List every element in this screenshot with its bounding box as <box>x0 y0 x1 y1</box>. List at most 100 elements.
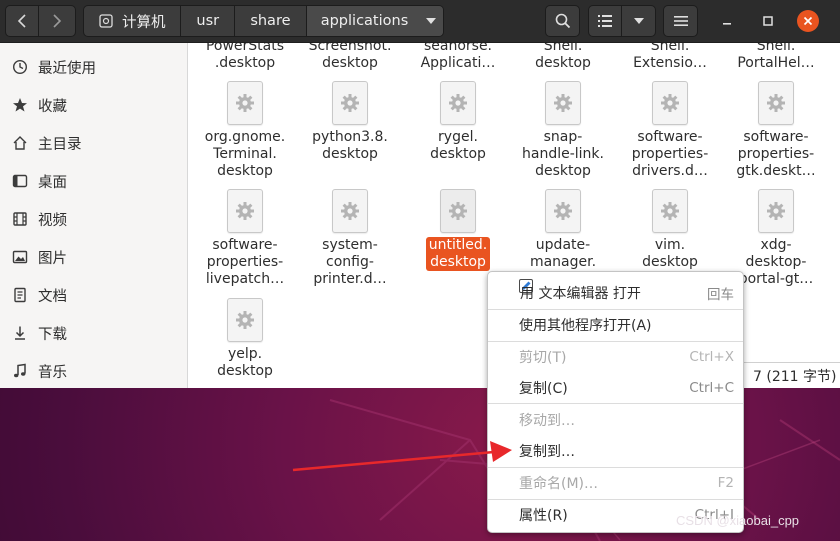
menu-item-accel: F2 <box>717 475 734 491</box>
desktop-file-icon <box>440 81 476 125</box>
menu-open-with-other[interactable]: 使用其他程序打开(A) <box>488 310 743 340</box>
back-button[interactable] <box>5 5 39 37</box>
file-name-line: printer.d… <box>313 271 387 287</box>
sidebar-item-desktop[interactable]: 桌面 <box>0 163 187 199</box>
search-icon <box>555 13 570 29</box>
file-name-label: org.gnome. Terminal. desktop <box>202 129 288 180</box>
file-item[interactable]: snap-handle-link. desktop <box>510 81 616 180</box>
context-menu: 用 文本编辑器 打开 回车 使用其他程序打开(A) 剪切(T) Ctrl+X 复… <box>487 271 744 533</box>
menu-cut[interactable]: 剪切(T) Ctrl+X <box>488 342 743 372</box>
file-name-label: Screenshot. desktop <box>306 43 395 72</box>
gear-icon <box>341 94 359 112</box>
breadcrumb-usr[interactable]: usr <box>181 6 236 36</box>
file-name-line: desktop <box>217 363 273 379</box>
gear-icon <box>449 202 467 220</box>
view-list-button[interactable] <box>588 5 622 37</box>
file-name-line: drivers.d… <box>632 163 708 179</box>
file-name-line: livepatch… <box>205 271 285 287</box>
file-name-line: config- <box>326 254 374 270</box>
sidebar: 最近使用 收藏 主目录 桌面 视频 图片 文档 下载 音乐 <box>0 43 188 388</box>
file-item[interactable]: software-properties-drivers.d… <box>617 81 723 180</box>
file-item[interactable]: yelp. desktop <box>192 298 298 380</box>
file-name-line: Extensio… <box>633 55 707 71</box>
sidebar-item-recent[interactable]: 最近使用 <box>0 49 187 85</box>
breadcrumb-computer[interactable]: 计算机 <box>84 6 182 36</box>
file-item[interactable]: update-manager. <box>510 189 616 271</box>
breadcrumb-label: share <box>250 13 291 29</box>
sidebar-item-documents[interactable]: 文档 <box>0 277 187 313</box>
file-item[interactable]: Screenshot. desktop <box>297 43 403 72</box>
desktop-file-icon <box>440 189 476 233</box>
menu-open-with-text-editor[interactable]: 用 文本编辑器 打开 回车 <box>488 278 743 308</box>
hamburger-menu-button[interactable] <box>663 5 698 37</box>
drive-icon <box>99 14 113 28</box>
file-name-line: org.gnome. <box>204 129 286 145</box>
file-item[interactable]: PowerStats .desktop <box>192 43 298 72</box>
menu-copy-to[interactable]: 复制到… <box>488 436 743 466</box>
sidebar-item-starred[interactable]: 收藏 <box>0 87 187 123</box>
file-name-label: update-manager. <box>527 237 599 271</box>
sidebar-item-pictures[interactable]: 图片 <box>0 239 187 275</box>
file-item[interactable]: python3.8. desktop <box>297 81 403 163</box>
gear-icon <box>554 202 572 220</box>
file-name-line: yelp. <box>227 346 263 362</box>
file-item[interactable]: Shell. desktop <box>510 43 616 72</box>
file-item[interactable]: untitled. desktop <box>405 189 511 271</box>
file-name-label: Shell. Extensio… <box>630 43 710 72</box>
file-item[interactable]: software-properties-gtk.deskt… <box>723 81 829 180</box>
chevron-right-icon <box>53 14 62 28</box>
file-name-line: desktop <box>642 254 698 270</box>
file-item[interactable]: software-properties-livepatch… <box>192 189 298 288</box>
menu-item-label: 复制(C) <box>519 381 568 397</box>
file-name-label: xdg-desktop-portal-gt… <box>736 237 817 288</box>
file-name-line: desktop <box>535 55 591 71</box>
breadcrumb-applications[interactable]: applications <box>306 6 443 36</box>
close-button[interactable] <box>797 10 819 32</box>
menu-copy[interactable]: 复制(C) Ctrl+C <box>488 373 743 403</box>
chevron-left-icon <box>17 14 26 28</box>
header-bar: 计算机 usr share applications <box>0 0 840 43</box>
search-button[interactable] <box>545 5 580 37</box>
file-name-label: PowerStats .desktop <box>203 43 287 72</box>
file-name-line: desktop <box>322 146 378 162</box>
file-item[interactable]: seahorse. Applicati… <box>405 43 511 72</box>
minimize-icon <box>723 23 731 25</box>
menu-item-label: 用 文本编辑器 打开 <box>520 286 641 302</box>
file-name-line: properties- <box>206 254 284 270</box>
file-name-line: vim. <box>654 237 686 253</box>
file-name-line: system- <box>322 237 378 253</box>
breadcrumb-share[interactable]: share <box>235 6 307 36</box>
sidebar-item-home[interactable]: 主目录 <box>0 125 187 161</box>
file-name-line: properties- <box>631 146 709 162</box>
file-name-line: desktop <box>322 55 378 71</box>
menu-move-to[interactable]: 移动到… <box>488 405 743 435</box>
gear-icon <box>767 202 785 220</box>
desktop-file-icon <box>652 189 688 233</box>
file-name-line: handle-link. <box>522 146 604 162</box>
watermark: CSDN @xiaobai_cpp <box>676 513 800 528</box>
file-item[interactable]: Shell. Extensio… <box>617 43 723 72</box>
hamburger-icon <box>673 16 688 26</box>
file-name-line: update- <box>535 237 591 253</box>
file-name-label: untitled. desktop <box>425 237 491 271</box>
minimize-button[interactable] <box>716 10 738 32</box>
file-item[interactable]: vim. desktop <box>617 189 723 271</box>
file-item[interactable]: system-config-printer.d… <box>297 189 403 288</box>
sidebar-item-videos[interactable]: 视频 <box>0 201 187 237</box>
file-name-label: yelp. desktop <box>214 346 276 380</box>
sidebar-item-downloads[interactable]: 下载 <box>0 315 187 351</box>
file-item[interactable]: rygel. desktop <box>405 81 511 163</box>
file-item[interactable]: Shell. PortalHel… <box>723 43 829 72</box>
menu-item-accel: 回车 <box>707 287 734 303</box>
home-icon <box>13 136 27 150</box>
sidebar-item-music[interactable]: 音乐 <box>0 353 187 388</box>
status-bar: 7 (211 字节) <box>740 362 840 388</box>
maximize-button[interactable] <box>757 10 779 32</box>
forward-button[interactable] <box>38 5 76 37</box>
file-name-line: desktop- <box>745 254 807 270</box>
menu-rename[interactable]: 重命名(M)… F2 <box>488 468 743 498</box>
sidebar-item-label: 下载 <box>38 326 67 343</box>
view-options-button[interactable] <box>621 5 656 37</box>
file-item[interactable]: org.gnome. Terminal. desktop <box>192 81 298 180</box>
file-name-line: Shell. <box>543 43 583 54</box>
